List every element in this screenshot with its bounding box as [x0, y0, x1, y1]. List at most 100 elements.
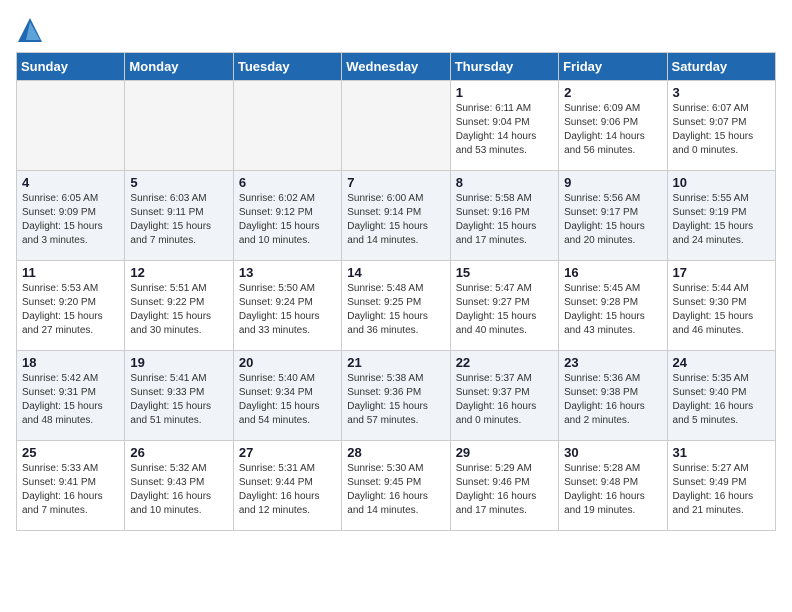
day-info: Sunrise: 5:30 AM Sunset: 9:45 PM Dayligh… [347, 462, 444, 518]
day-info: Sunrise: 6:09 AM Sunset: 9:06 PM Dayligh… [564, 102, 661, 158]
calendar-week-row: 1 Sunrise: 6:11 AM Sunset: 9:04 PM Daylig… [17, 81, 776, 171]
calendar-cell: 1 Sunrise: 6:11 AM Sunset: 9:04 PM Daylig… [450, 81, 558, 171]
calendar-cell: 3 Sunrise: 6:07 AM Sunset: 9:07 PM Daylig… [667, 81, 775, 171]
day-number: 16 [564, 265, 661, 280]
calendar-cell: 4 Sunrise: 6:05 AM Sunset: 9:09 PM Daylig… [17, 171, 125, 261]
day-number: 13 [239, 265, 336, 280]
day-info: Sunrise: 6:11 AM Sunset: 9:04 PM Dayligh… [456, 102, 553, 158]
day-info: Sunrise: 5:51 AM Sunset: 9:22 PM Dayligh… [130, 282, 227, 338]
weekday-header: Tuesday [233, 53, 341, 81]
calendar-cell: 12Sunrise: 5:51 AM Sunset: 9:22 PM Dayli… [125, 261, 233, 351]
day-number: 21 [347, 355, 444, 370]
day-info: Sunrise: 6:07 AM Sunset: 9:07 PM Dayligh… [673, 102, 770, 158]
calendar-cell [17, 81, 125, 171]
day-info: Sunrise: 6:02 AM Sunset: 9:12 PM Dayligh… [239, 192, 336, 248]
day-number: 23 [564, 355, 661, 370]
day-info: Sunrise: 5:55 AM Sunset: 9:19 PM Dayligh… [673, 192, 770, 248]
calendar-cell: 25 Sunrise: 5:33 AM Sunset: 9:41 PM Dayli… [17, 441, 125, 531]
day-info: Sunrise: 5:41 AM Sunset: 9:33 PM Dayligh… [130, 372, 227, 428]
day-number: 24 [673, 355, 770, 370]
day-number: 15 [456, 265, 553, 280]
weekday-header: Thursday [450, 53, 558, 81]
day-info: Sunrise: 5:42 AM Sunset: 9:31 PM Dayligh… [22, 372, 119, 428]
logo [16, 16, 46, 44]
day-number: 8 [456, 175, 553, 190]
calendar-cell: 2 Sunrise: 6:09 AM Sunset: 9:06 PM Daylig… [559, 81, 667, 171]
day-number: 7 [347, 175, 444, 190]
calendar-cell [233, 81, 341, 171]
calendar-week-row: 11 Sunrise: 5:53 AM Sunset: 9:20 PM Dayli… [17, 261, 776, 351]
weekday-header: Saturday [667, 53, 775, 81]
day-info: Sunrise: 6:00 AM Sunset: 9:14 PM Dayligh… [347, 192, 444, 248]
calendar-cell: 5Sunrise: 6:03 AM Sunset: 9:11 PM Daylig… [125, 171, 233, 261]
day-info: Sunrise: 5:53 AM Sunset: 9:20 PM Dayligh… [22, 282, 119, 338]
day-info: Sunrise: 5:56 AM Sunset: 9:17 PM Dayligh… [564, 192, 661, 248]
weekday-header: Monday [125, 53, 233, 81]
calendar-cell: 27 Sunrise: 5:31 AM Sunset: 9:44 PM Dayli… [233, 441, 341, 531]
calendar-cell: 29 Sunrise: 5:29 AM Sunset: 9:46 PM Dayli… [450, 441, 558, 531]
day-number: 30 [564, 445, 661, 460]
day-number: 26 [130, 445, 227, 460]
day-info: Sunrise: 6:03 AM Sunset: 9:11 PM Dayligh… [130, 192, 227, 248]
day-info: Sunrise: 5:35 AM Sunset: 9:40 PM Dayligh… [673, 372, 770, 428]
day-number: 9 [564, 175, 661, 190]
day-info: Sunrise: 5:31 AM Sunset: 9:44 PM Dayligh… [239, 462, 336, 518]
calendar-cell: 18Sunrise: 5:42 AM Sunset: 9:31 PM Dayli… [17, 351, 125, 441]
day-number: 28 [347, 445, 444, 460]
day-info: Sunrise: 5:44 AM Sunset: 9:30 PM Dayligh… [673, 282, 770, 338]
calendar-header-row: SundayMondayTuesdayWednesdayThursdayFrid… [17, 53, 776, 81]
calendar-cell: 24 Sunrise: 5:35 AM Sunset: 9:40 PM Dayli… [667, 351, 775, 441]
calendar-cell: 7 Sunrise: 6:00 AM Sunset: 9:14 PM Daylig… [342, 171, 450, 261]
day-number: 10 [673, 175, 770, 190]
day-info: Sunrise: 5:28 AM Sunset: 9:48 PM Dayligh… [564, 462, 661, 518]
day-info: Sunrise: 5:29 AM Sunset: 9:46 PM Dayligh… [456, 462, 553, 518]
calendar-cell: 28 Sunrise: 5:30 AM Sunset: 9:45 PM Dayli… [342, 441, 450, 531]
calendar-cell: 8 Sunrise: 5:58 AM Sunset: 9:16 PM Daylig… [450, 171, 558, 261]
day-info: Sunrise: 5:45 AM Sunset: 9:28 PM Dayligh… [564, 282, 661, 338]
calendar-cell: 13Sunrise: 5:50 AM Sunset: 9:24 PM Dayli… [233, 261, 341, 351]
day-number: 17 [673, 265, 770, 280]
day-number: 14 [347, 265, 444, 280]
day-info: Sunrise: 5:38 AM Sunset: 9:36 PM Dayligh… [347, 372, 444, 428]
day-info: Sunrise: 5:58 AM Sunset: 9:16 PM Dayligh… [456, 192, 553, 248]
calendar-cell: 20Sunrise: 5:40 AM Sunset: 9:34 PM Dayli… [233, 351, 341, 441]
day-number: 1 [456, 85, 553, 100]
calendar-cell: 21 Sunrise: 5:38 AM Sunset: 9:36 PM Dayli… [342, 351, 450, 441]
day-info: Sunrise: 5:33 AM Sunset: 9:41 PM Dayligh… [22, 462, 119, 518]
calendar-week-row: 25 Sunrise: 5:33 AM Sunset: 9:41 PM Dayli… [17, 441, 776, 531]
day-number: 4 [22, 175, 119, 190]
day-number: 3 [673, 85, 770, 100]
calendar-cell: 17 Sunrise: 5:44 AM Sunset: 9:30 PM Dayli… [667, 261, 775, 351]
weekday-header: Sunday [17, 53, 125, 81]
day-number: 22 [456, 355, 553, 370]
logo-icon [16, 16, 44, 44]
day-info: Sunrise: 5:27 AM Sunset: 9:49 PM Dayligh… [673, 462, 770, 518]
day-number: 31 [673, 445, 770, 460]
day-number: 2 [564, 85, 661, 100]
header [16, 16, 776, 44]
day-number: 27 [239, 445, 336, 460]
day-info: Sunrise: 5:32 AM Sunset: 9:43 PM Dayligh… [130, 462, 227, 518]
calendar-cell: 31 Sunrise: 5:27 AM Sunset: 9:49 PM Dayli… [667, 441, 775, 531]
day-info: Sunrise: 5:47 AM Sunset: 9:27 PM Dayligh… [456, 282, 553, 338]
day-number: 20 [239, 355, 336, 370]
weekday-header: Wednesday [342, 53, 450, 81]
calendar-cell [125, 81, 233, 171]
weekday-header: Friday [559, 53, 667, 81]
calendar-cell [342, 81, 450, 171]
day-number: 25 [22, 445, 119, 460]
day-number: 19 [130, 355, 227, 370]
calendar-cell: 30 Sunrise: 5:28 AM Sunset: 9:48 PM Dayli… [559, 441, 667, 531]
day-number: 6 [239, 175, 336, 190]
calendar-body: 1 Sunrise: 6:11 AM Sunset: 9:04 PM Daylig… [17, 81, 776, 531]
calendar-cell: 19 Sunrise: 5:41 AM Sunset: 9:33 PM Dayli… [125, 351, 233, 441]
day-number: 29 [456, 445, 553, 460]
calendar-table: SundayMondayTuesdayWednesdayThursdayFrid… [16, 52, 776, 531]
day-info: Sunrise: 6:05 AM Sunset: 9:09 PM Dayligh… [22, 192, 119, 248]
calendar-cell: 23Sunrise: 5:36 AM Sunset: 9:38 PM Dayli… [559, 351, 667, 441]
calendar-cell: 22Sunrise: 5:37 AM Sunset: 9:37 PM Dayli… [450, 351, 558, 441]
calendar-cell: 9 Sunrise: 5:56 AM Sunset: 9:17 PM Daylig… [559, 171, 667, 261]
calendar-week-row: 4 Sunrise: 6:05 AM Sunset: 9:09 PM Daylig… [17, 171, 776, 261]
calendar-cell: 10 Sunrise: 5:55 AM Sunset: 9:19 PM Dayli… [667, 171, 775, 261]
day-number: 11 [22, 265, 119, 280]
